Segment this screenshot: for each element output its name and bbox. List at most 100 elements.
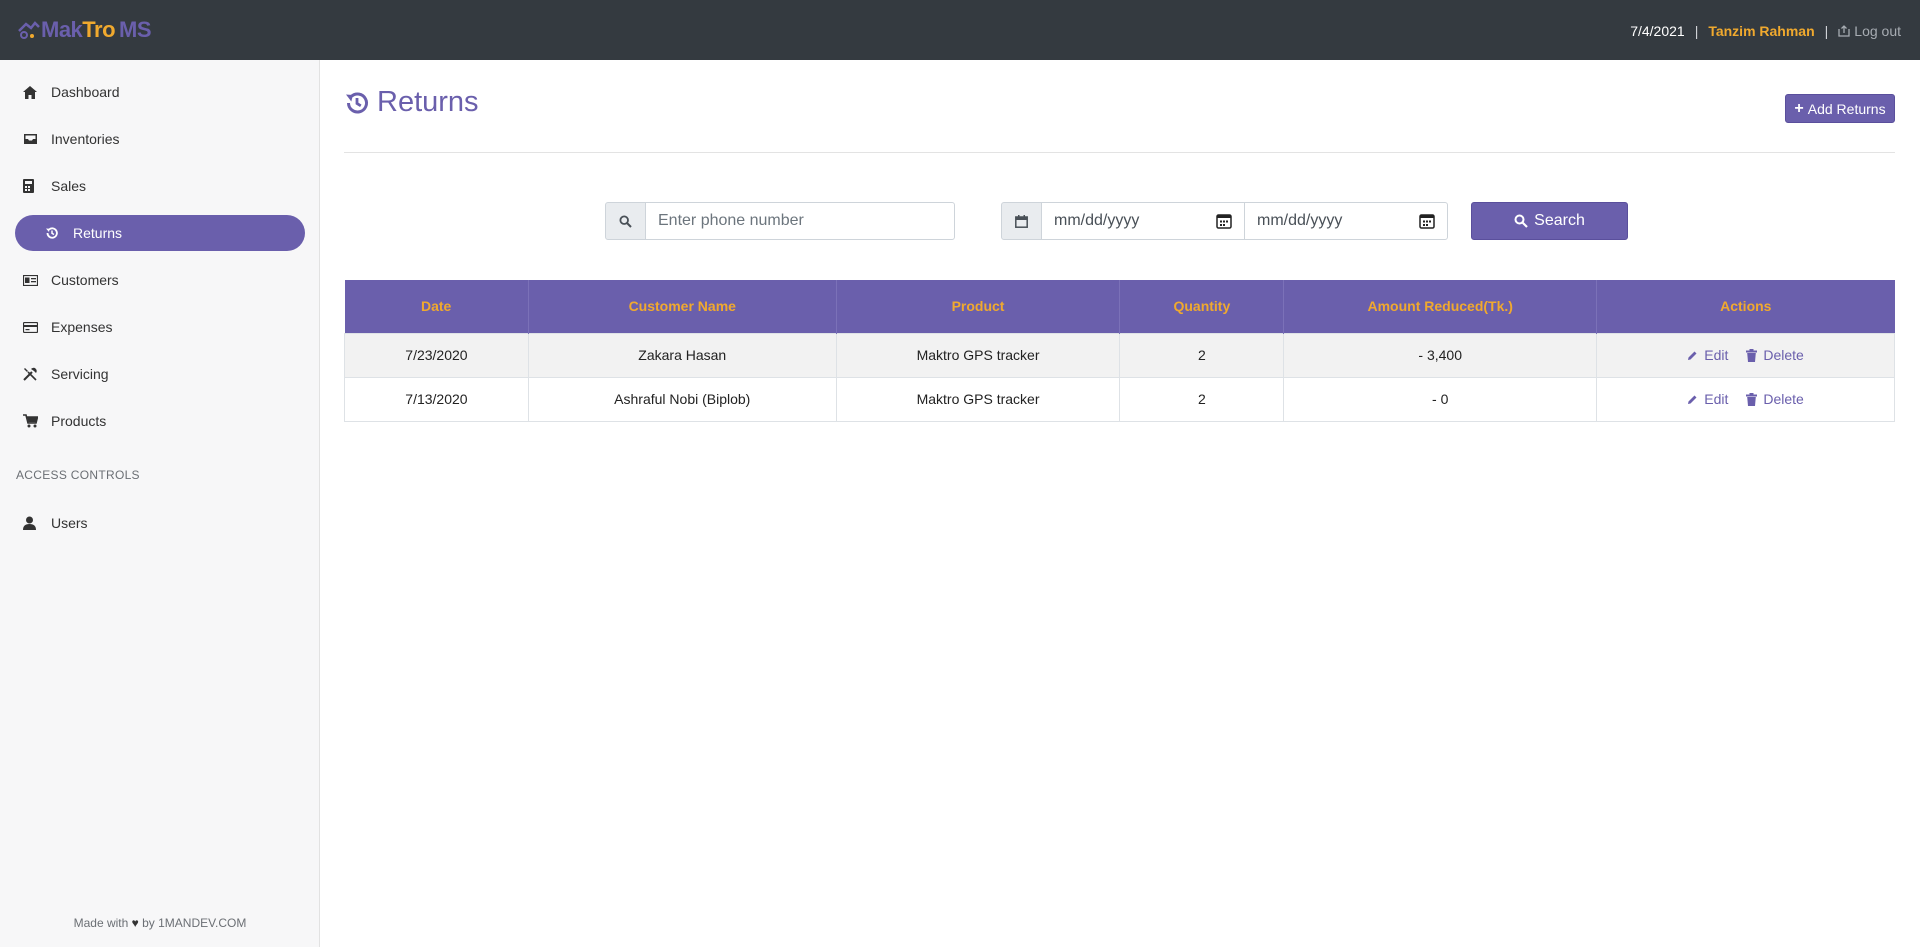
cell-date: 7/23/2020 <box>344 332 529 378</box>
heart-icon: ♥ <box>131 916 139 930</box>
top-navbar: Mak Tro MS 7/4/2021 | Tanzim Rahman | Log … <box>0 0 1920 60</box>
date-from-placeholder: mm/dd/yyyy <box>1054 212 1140 229</box>
sidebar-item-label: Servicing <box>51 366 109 382</box>
header-user-area: 7/4/2021 | Tanzim Rahman | Log out <box>1630 20 1901 42</box>
logo-icon <box>18 21 40 39</box>
logo-text-mak: Mak <box>41 17 83 42</box>
sidebar: Dashboard Inventories Sales Returns Cust… <box>0 60 320 947</box>
cell-amount: - 0 <box>1283 376 1598 422</box>
separator: | <box>1824 23 1829 39</box>
calendar-icon <box>1015 214 1028 228</box>
cell-actions: Edit Delete <box>1596 376 1895 422</box>
delete-label: Delete <box>1763 347 1804 363</box>
date-to-placeholder: mm/dd/yyyy <box>1257 212 1343 229</box>
date-from-field[interactable]: mm/dd/yyyy <box>1041 202 1245 240</box>
search-label: Search <box>1534 212 1585 229</box>
logo-text-tro: Tro <box>82 17 116 42</box>
edit-button[interactable]: Edit <box>1687 391 1728 407</box>
sidebar-item-sales[interactable]: Sales <box>15 168 305 204</box>
column-header-date: Date <box>344 280 529 333</box>
search-addon <box>605 202 646 240</box>
phone-search-input[interactable] <box>645 202 955 240</box>
pencil-icon <box>1688 395 1697 404</box>
edit-button[interactable]: Edit <box>1687 347 1728 363</box>
logout-label: Log out <box>1854 23 1901 39</box>
date-addon <box>1001 202 1042 240</box>
date-to-field[interactable]: mm/dd/yyyy <box>1244 202 1448 240</box>
sidebar-item-label: Users <box>51 515 88 531</box>
search-icon <box>619 214 632 228</box>
delete-button[interactable]: Delete <box>1746 391 1804 407</box>
column-header-quantity: Quantity <box>1119 280 1284 333</box>
search-button[interactable]: Search <box>1471 202 1628 240</box>
trash-icon <box>1746 348 1758 362</box>
cell-product: Maktro GPS tracker <box>835 332 1121 378</box>
add-returns-label: Add Returns <box>1807 100 1886 117</box>
edit-label: Edit <box>1704 391 1729 407</box>
sidebar-item-expenses[interactable]: Expenses <box>15 309 305 345</box>
cell-date: 7/13/2020 <box>344 376 529 422</box>
cell-actions: Edit Delete <box>1596 332 1895 378</box>
sidebar-item-label: Products <box>51 413 107 429</box>
table-row: 7/23/2020 Zakara Hasan Maktro GPS tracke… <box>344 332 1895 378</box>
logo-text-ms: MS <box>119 17 152 42</box>
delete-label: Delete <box>1763 391 1804 407</box>
column-header-actions: Actions <box>1596 280 1895 333</box>
search-icon <box>1514 214 1528 228</box>
header-divider <box>344 152 1895 153</box>
returns-table: Date Customer Name Product Quantity Amou… <box>344 280 1895 422</box>
sidebar-item-customers[interactable]: Customers <box>15 262 305 298</box>
cell-customer: Ashraful Nobi (Biplob) <box>527 376 837 422</box>
cell-quantity: 2 <box>1119 332 1285 378</box>
calculator-icon <box>23 177 45 195</box>
cell-product: Maktro GPS tracker <box>835 376 1121 422</box>
sidebar-item-label: Customers <box>51 272 119 288</box>
home-icon <box>23 83 45 101</box>
calendar-picker-icon[interactable] <box>1216 213 1232 229</box>
add-returns-button[interactable]: + Add Returns <box>1785 94 1895 123</box>
sidebar-item-label: Inventories <box>51 131 120 147</box>
separator: | <box>1694 23 1699 39</box>
footer-prefix: Made with <box>73 916 129 930</box>
credit-card-icon <box>23 318 45 336</box>
tools-icon <box>23 365 45 383</box>
history-icon <box>346 92 368 113</box>
sidebar-item-label: Expenses <box>51 319 113 335</box>
sidebar-section-title: ACCESS CONTROLS <box>16 468 140 482</box>
logout-icon <box>1838 25 1850 37</box>
edit-label: Edit <box>1704 347 1729 363</box>
cell-quantity: 2 <box>1119 376 1285 422</box>
table-row: 7/13/2020 Ashraful Nobi (Biplob) Maktro … <box>344 376 1895 422</box>
inbox-icon <box>23 130 45 148</box>
user-icon <box>23 514 45 532</box>
column-header-customer: Customer Name <box>527 280 837 333</box>
sidebar-item-products[interactable]: Products <box>15 403 305 439</box>
delete-button[interactable]: Delete <box>1746 347 1804 363</box>
page-title: Returns <box>377 86 479 118</box>
current-date: 7/4/2021 <box>1630 23 1685 39</box>
cell-customer: Zakara Hasan <box>527 332 837 378</box>
trash-icon <box>1746 392 1758 406</box>
sidebar-item-users[interactable]: Users <box>15 505 305 541</box>
history-icon <box>45 224 67 242</box>
cell-amount: - 3,400 <box>1283 332 1598 378</box>
plus-icon: + <box>1794 99 1804 117</box>
app-logo[interactable]: Mak Tro MS <box>18 16 152 44</box>
footer-credit[interactable]: by 1MANDEV.COM <box>142 916 246 930</box>
calendar-picker-icon[interactable] <box>1419 213 1435 229</box>
logout-link[interactable]: Log out <box>1838 23 1901 39</box>
table-header-row: Date Customer Name Product Quantity Amou… <box>344 280 1895 333</box>
sidebar-item-label: Sales <box>51 178 87 194</box>
sidebar-item-servicing[interactable]: Servicing <box>15 356 305 392</box>
cart-icon <box>23 412 45 430</box>
sidebar-footer: Made with ♥ by 1MANDEV.COM <box>0 916 320 930</box>
id-card-icon <box>23 271 45 289</box>
sidebar-item-returns[interactable]: Returns <box>15 215 305 251</box>
column-header-amount: Amount Reduced(Tk.) <box>1283 280 1597 333</box>
pencil-icon <box>1688 351 1697 360</box>
user-name[interactable]: Tanzim Rahman <box>1708 23 1814 39</box>
sidebar-item-inventories[interactable]: Inventories <box>15 121 305 157</box>
page-header: Returns <box>344 86 479 119</box>
column-header-product: Product <box>835 280 1120 333</box>
sidebar-item-dashboard[interactable]: Dashboard <box>15 74 305 110</box>
